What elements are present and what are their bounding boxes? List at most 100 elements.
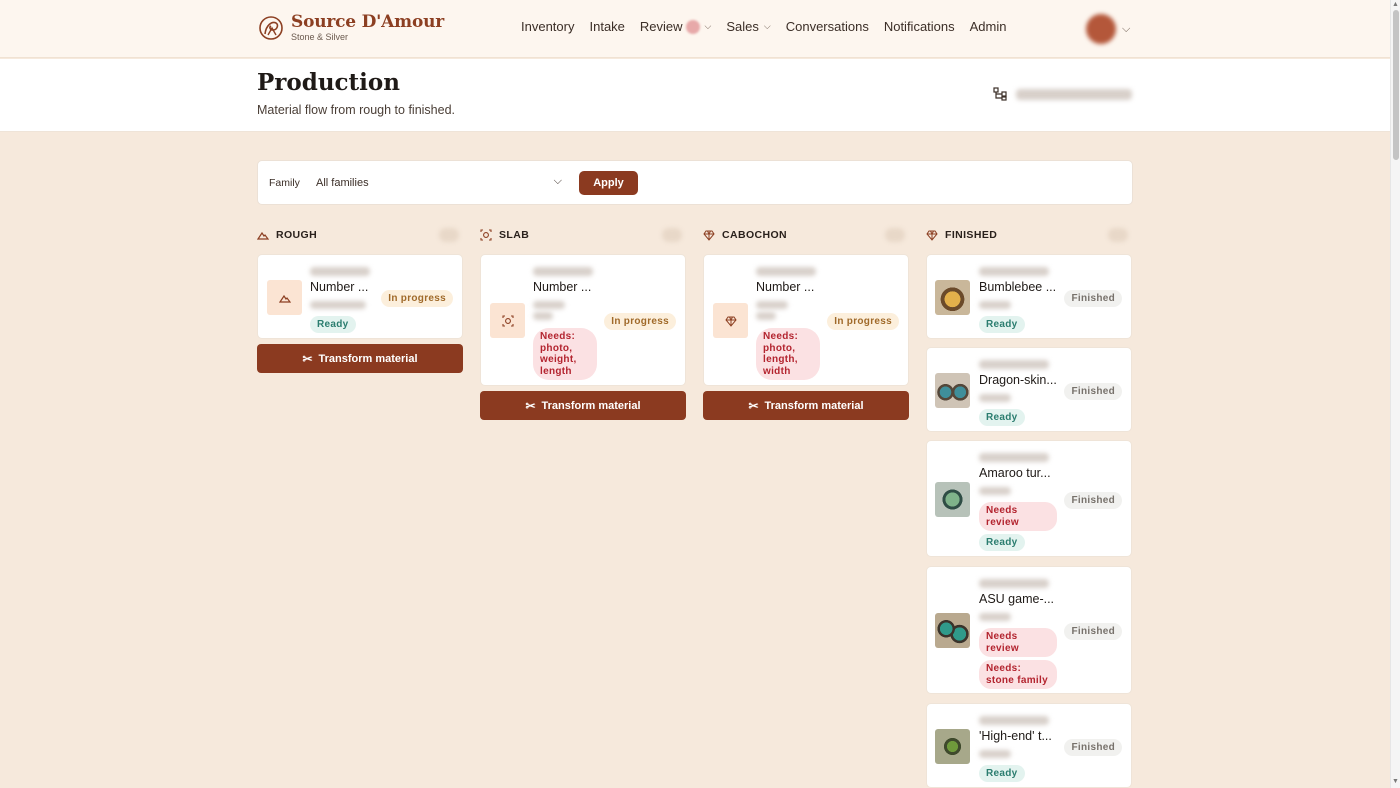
review-count-badge	[685, 19, 700, 34]
finished-item-card[interactable]: Dragon-skin... Finished Ready	[926, 347, 1132, 432]
column-count-badge	[885, 228, 905, 242]
hierarchy-icon	[993, 87, 1007, 101]
gem-icon	[926, 230, 938, 241]
status-badge: Finished	[1064, 623, 1122, 640]
slab-icon	[480, 229, 492, 241]
nav-conversations[interactable]: Conversations	[786, 19, 869, 34]
scroll-down-arrow-icon[interactable]: ▼	[1392, 778, 1399, 785]
nav-label: Inventory	[521, 19, 575, 34]
material-card[interactable]: Number ... In progress Needs: photo, len…	[703, 254, 909, 386]
redacted-detail	[979, 487, 1011, 495]
family-select[interactable]: All families ⌵	[306, 169, 572, 197]
ready-badge: Ready	[979, 409, 1025, 426]
chevron-down-icon: ⌵	[1122, 22, 1131, 35]
redacted-detail	[979, 613, 1011, 621]
transform-material-button[interactable]: ✂ Transform material	[480, 391, 686, 420]
redacted-detail	[979, 394, 1011, 402]
status-badge: In progress	[827, 313, 899, 330]
column-title: SLAB	[499, 229, 530, 241]
nav-intake[interactable]: Intake	[589, 19, 624, 34]
ready-badge: Ready	[979, 534, 1025, 551]
page-scrollbar[interactable]: ▲ ▼	[1390, 0, 1400, 788]
status-badge: In progress	[381, 290, 453, 307]
column-header: SLAB	[480, 226, 686, 244]
nav-label: Intake	[589, 19, 625, 34]
nav-label: Conversations	[785, 19, 869, 34]
nav-sales[interactable]: Sales ⌵	[726, 19, 770, 34]
column-cabochon: CABOCHON Number ... In progress Needs: p…	[703, 226, 909, 420]
status-badge: Finished	[1064, 383, 1122, 400]
top-navigation-bar: Source D'Amour Stone & Silver Inventory …	[0, 0, 1390, 58]
redacted-sku	[979, 453, 1049, 462]
filter-bar: Family All families ⌵ Apply	[257, 160, 1133, 205]
transform-material-button[interactable]: ✂ Transform material	[257, 344, 463, 373]
redacted-sku	[310, 267, 370, 276]
item-photo	[935, 280, 970, 315]
finished-item-card[interactable]: Bumblebee ... Finished Ready	[926, 254, 1132, 339]
material-thumbnail	[490, 303, 525, 338]
card-title: Number ...	[310, 280, 369, 294]
nav-review[interactable]: Review ⌵	[640, 19, 711, 34]
item-photo	[935, 373, 970, 408]
redacted-sku	[979, 267, 1049, 276]
button-label: Transform material	[764, 399, 864, 412]
card-title: 'High-end' t...	[979, 729, 1052, 743]
column-count-badge	[439, 228, 459, 242]
column-count-badge	[1108, 228, 1128, 242]
nav-inventory[interactable]: Inventory	[521, 19, 574, 34]
redacted-detail	[979, 301, 1011, 309]
redacted-detail	[979, 750, 1011, 758]
column-header: CABOCHON	[703, 226, 909, 244]
column-count-badge	[662, 228, 682, 242]
avatar	[1086, 14, 1116, 44]
ready-badge: Ready	[979, 765, 1025, 782]
redacted-sku	[979, 716, 1049, 725]
scissors-icon: ✂	[525, 398, 536, 413]
needs-badge: Needs: photo, weight, length	[533, 328, 597, 380]
apply-button[interactable]: Apply	[579, 171, 638, 195]
material-thumbnail	[713, 303, 748, 338]
item-photo	[935, 482, 970, 517]
page-title: Production	[257, 69, 400, 96]
gem-icon	[703, 230, 715, 241]
card-title: Dragon-skin...	[979, 373, 1057, 387]
card-title: ASU game-...	[979, 592, 1055, 606]
status-badge: Finished	[1064, 290, 1122, 307]
nav-label: Admin	[969, 19, 1007, 34]
nav-label: Review	[639, 19, 683, 34]
finished-item-card[interactable]: Amaroo tur... Finished Needs review Read…	[926, 440, 1132, 557]
redacted-detail	[533, 301, 565, 309]
finished-item-card[interactable]: 'High-end' t... Finished Ready	[926, 703, 1132, 788]
page-subtitle: Material flow from rough to finished.	[257, 103, 456, 117]
family-select-value: All families	[316, 177, 369, 189]
redacted-sku	[533, 267, 593, 276]
scissors-icon: ✂	[748, 398, 759, 413]
page-header: Production Material flow from rough to f…	[0, 59, 1390, 132]
scissors-icon: ✂	[302, 351, 313, 366]
item-photo	[935, 729, 970, 764]
material-card[interactable]: Number ... In progress Ready	[257, 254, 463, 339]
brand[interactable]: Source D'Amour Stone & Silver	[258, 14, 444, 42]
scrollbar-thumb[interactable]	[1393, 10, 1399, 160]
mountain-icon	[257, 231, 269, 240]
column-header: ROUGH	[257, 226, 463, 244]
nav-notifications[interactable]: Notifications	[884, 19, 955, 34]
diagram-view-link[interactable]	[993, 87, 1132, 101]
column-title: ROUGH	[276, 229, 318, 241]
card-title: Amaroo tur...	[979, 466, 1051, 480]
user-menu[interactable]: ⌵	[1086, 14, 1130, 44]
column-title: FINISHED	[945, 229, 998, 241]
needs-review-badge: Needs review	[979, 502, 1057, 531]
transform-material-button[interactable]: ✂ Transform material	[703, 391, 909, 420]
ready-badge: Ready	[310, 316, 356, 333]
item-photo	[935, 613, 970, 648]
card-title: Bumblebee ...	[979, 280, 1057, 294]
nav-admin[interactable]: Admin	[970, 19, 1007, 34]
finished-item-card[interactable]: ASU game-... Finished Needs review Needs…	[926, 566, 1132, 694]
scroll-up-arrow-icon[interactable]: ▲	[1392, 1, 1399, 8]
chevron-down-icon: ⌵	[553, 175, 562, 187]
slab-icon	[501, 314, 514, 327]
material-card[interactable]: Number ... In progress Needs: photo, wei…	[480, 254, 686, 386]
needs-review-badge: Needs review	[979, 628, 1057, 657]
gem-icon	[724, 316, 737, 327]
